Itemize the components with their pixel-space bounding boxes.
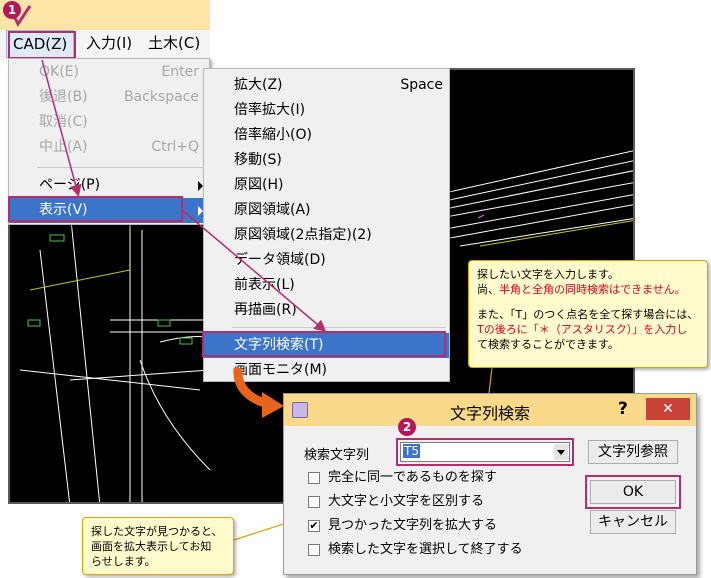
close-icon: ✕ xyxy=(662,401,674,417)
cancel-button[interactable]: キャンセル xyxy=(590,510,676,534)
callout-input-hint: 探したい文字を入力します。 尚、半角と全角の同時検索はできません。 また、「T」… xyxy=(468,260,708,368)
step-badge-1: 1 xyxy=(3,1,21,19)
dialog-title: 文字列検索 xyxy=(449,404,530,423)
string-reference-button[interactable]: 文字列参照 xyxy=(588,440,678,464)
callout-text: 尚、半角と全角の同時検索はできません。 xyxy=(477,283,686,296)
callout-text: 探した文字が見つかると、 xyxy=(91,525,223,538)
callout-text: 画面を拡大表示してお知 xyxy=(91,540,212,553)
help-button[interactable]: ? xyxy=(618,399,628,419)
checkbox-exact-match[interactable] xyxy=(308,472,320,484)
checkbox-case-sensitive[interactable] xyxy=(308,496,320,508)
option-select-and-exit-label: 検索した文字を選択して終了する xyxy=(328,542,523,557)
option-exact-match-label: 完全に同一であるものを探す xyxy=(328,470,497,485)
step-badge-2: 2 xyxy=(398,418,416,436)
highlight-ok-button xyxy=(585,475,681,509)
checkbox-zoom-found[interactable]: ✔ xyxy=(308,520,320,532)
callout-text: らせします。 xyxy=(91,555,156,568)
checkbox-select-and-exit[interactable] xyxy=(308,544,320,556)
string-search-dialog: 文字列検索 ? ✕ 検索文字列 T5 文字列参照 完全に同一であるものを探す 大… xyxy=(283,393,697,575)
callout-text: 探したい文字を入力します。 xyxy=(477,268,619,281)
option-case-sensitive-label: 大文字と小文字を区別する xyxy=(328,494,485,509)
callout-text: また、「T」のつく点名を全て探す場合には、 xyxy=(477,308,699,321)
option-zoom-found-label: 見つかった文字列を拡大する xyxy=(328,518,498,533)
search-label: 検索文字列 xyxy=(304,448,370,463)
close-button[interactable]: ✕ xyxy=(646,398,690,420)
callout-result-hint: 探した文字が見つかると、 画面を拡大表示してお知 らせします。 xyxy=(82,517,234,575)
callout-text: て検索することができます。 xyxy=(477,338,619,351)
highlight-search-input xyxy=(396,438,574,466)
dialog-title-bar: 文字列検索 ? ✕ xyxy=(284,394,696,426)
callout-text: Tの後ろに「＊（アスタリスク）」を入力し xyxy=(477,323,688,336)
check-icon: ✔ xyxy=(309,519,319,532)
